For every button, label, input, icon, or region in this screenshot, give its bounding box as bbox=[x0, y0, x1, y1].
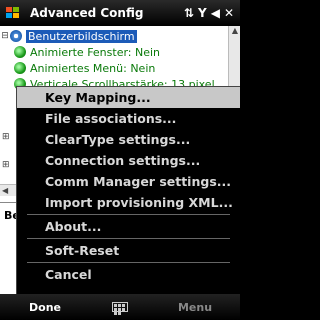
menu-item-file-associations[interactable]: File associations... bbox=[17, 108, 240, 129]
menu-separator bbox=[27, 214, 230, 215]
tree-row-child-1[interactable]: Animierte Fenster: Nein bbox=[14, 44, 160, 60]
collapse-icon[interactable]: ⊟ bbox=[0, 31, 10, 41]
menu-item-comm-manager-settings[interactable]: Comm Manager settings... bbox=[17, 171, 240, 192]
keyboard-icon[interactable] bbox=[112, 302, 128, 315]
tree-root-label[interactable]: Benutzerbildschirm bbox=[26, 29, 137, 43]
menu-item-connection-settings[interactable]: Connection settings... bbox=[17, 150, 240, 171]
expand-icon[interactable]: ⊞ bbox=[2, 160, 10, 170]
signal-icon[interactable]: Y bbox=[198, 6, 207, 20]
tree-expanders-partial: ⊞ ⊞ bbox=[2, 132, 10, 170]
window-title: Advanced Config bbox=[30, 6, 144, 20]
expand-icon[interactable]: ⊞ bbox=[2, 132, 10, 142]
tree-row-root[interactable]: ⊟ Benutzerbildschirm bbox=[0, 28, 137, 44]
menu-item-cleartype-settings[interactable]: ClearType settings... bbox=[17, 129, 240, 150]
softkey-bar: Done Menu bbox=[0, 294, 240, 320]
setting-dot-icon bbox=[14, 46, 26, 58]
tree-row-child-2[interactable]: Animiertes Menü: Nein bbox=[14, 60, 155, 76]
menu-separator bbox=[27, 262, 230, 263]
menu-item-key-mapping[interactable]: Key Mapping... bbox=[17, 87, 240, 108]
title-bar: Advanced Config ⇅ Y ◀ ✕ bbox=[0, 0, 240, 26]
scroll-up-icon[interactable]: ▲ bbox=[229, 26, 241, 38]
close-icon[interactable]: ✕ bbox=[224, 6, 234, 20]
menu-item-about[interactable]: About... bbox=[17, 216, 240, 237]
menu-item-cancel[interactable]: Cancel bbox=[17, 264, 240, 285]
softkey-right[interactable]: Menu bbox=[150, 301, 240, 314]
tree-child-label[interactable]: Animiertes Menü: Nein bbox=[30, 62, 155, 75]
sync-icon[interactable]: ⇅ bbox=[184, 6, 194, 20]
softkey-left[interactable]: Done bbox=[0, 301, 90, 314]
menu-item-import-provisioning-xml[interactable]: Import provisioning XML... bbox=[17, 192, 240, 213]
menu-separator bbox=[27, 238, 230, 239]
tree-child-label[interactable]: Animierte Fenster: Nein bbox=[30, 46, 160, 59]
menu-item-soft-reset[interactable]: Soft-Reset bbox=[17, 240, 240, 261]
setting-dot-icon bbox=[14, 62, 26, 74]
status-icons: ⇅ Y ◀ ✕ bbox=[184, 6, 240, 20]
gear-icon bbox=[10, 30, 22, 42]
popup-menu: Key Mapping... File associations... Clea… bbox=[16, 86, 240, 294]
scroll-left-icon[interactable]: ◀ bbox=[2, 186, 8, 195]
start-button[interactable] bbox=[0, 0, 26, 26]
volume-icon[interactable]: ◀ bbox=[211, 6, 220, 20]
windows-flag-icon bbox=[6, 7, 19, 18]
